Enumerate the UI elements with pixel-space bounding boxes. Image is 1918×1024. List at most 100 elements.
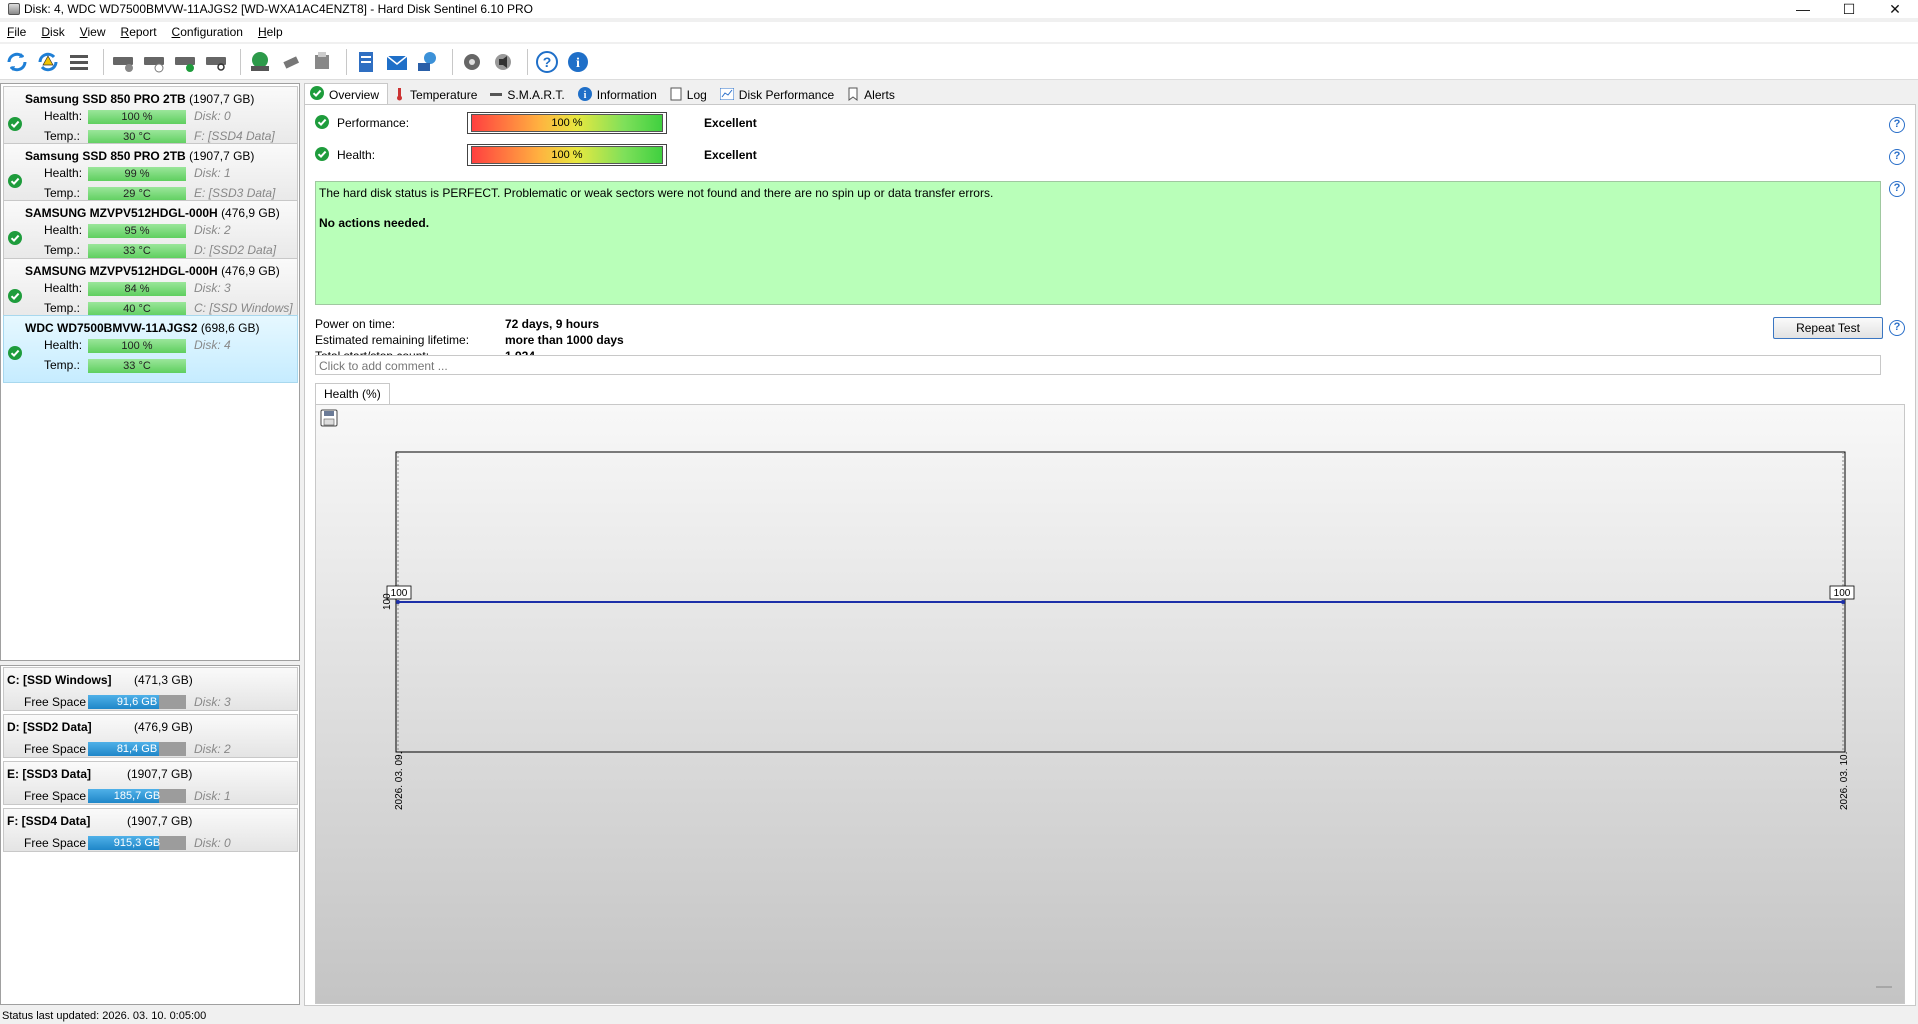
health-bar: 100 % [88, 338, 186, 353]
settings-icon[interactable] [459, 49, 485, 75]
menu-item-report[interactable]: Report [114, 25, 165, 39]
tab-disk-performance[interactable]: Disk Performance [715, 85, 842, 105]
info-icon[interactable]: i [565, 49, 591, 75]
refresh-icon[interactable] [4, 49, 30, 75]
lifetime-label: Estimated remaining lifetime: [315, 333, 470, 347]
free-space-bar: 91,6 GB [88, 695, 186, 709]
usb-icon[interactable] [278, 49, 304, 75]
status-bar: Status last updated: 2026. 03. 10. 0:05:… [2, 1010, 207, 1022]
status-ok-icon [8, 345, 22, 363]
tab-health-chart[interactable]: Health (%) [315, 383, 390, 405]
disk-test-icon[interactable] [110, 49, 136, 75]
tab-alerts[interactable]: Alerts [842, 85, 903, 105]
free-space-value: 185,7 GB [113, 790, 161, 802]
disk-list-icon[interactable] [66, 49, 92, 75]
disk-list-panel: Samsung SSD 850 PRO 2TB (1907,7 GB) Healt… [0, 83, 300, 661]
repeat-help-icon[interactable]: ? [1889, 320, 1905, 336]
menu-item-view[interactable]: View [73, 25, 114, 39]
health-row: Health: 100 % Excellent [315, 144, 757, 166]
menu-item-disk[interactable]: Disk [34, 25, 72, 39]
comment-input[interactable]: Click to add comment ... [315, 355, 1881, 375]
tab-s-m-a-r-t[interactable]: S.M.A.R.T. [485, 85, 572, 105]
performance-icon [719, 87, 735, 103]
tab-label: Disk Performance [738, 88, 835, 102]
toolbar-separator [240, 48, 241, 75]
menu-item-file[interactable]: File [0, 25, 34, 39]
check-icon [315, 114, 329, 132]
lifetime-value: more than 1000 days [505, 333, 624, 347]
health-label: Health: [337, 148, 376, 162]
maximize-button[interactable]: ☐ [1826, 0, 1872, 18]
disk-check-icon[interactable] [172, 49, 198, 75]
performance-value: 100 % [471, 114, 663, 132]
disk-volume: E: [SSD3 Data] [194, 186, 276, 201]
disk-index: Disk: 0 [194, 109, 231, 123]
free-space-value: 91,6 GB [116, 696, 158, 708]
minimize-button[interactable]: — [1780, 0, 1826, 18]
tab-label: Information [596, 88, 657, 102]
help-icon[interactable]: ? [534, 49, 560, 75]
status-action: No actions needed. [319, 216, 430, 230]
menu-label: eport [129, 25, 157, 39]
menu-item-help[interactable]: Help [251, 25, 291, 39]
temp-bar: 40 °C [88, 301, 186, 316]
disk-name: SAMSUNG MZVPV512HDGL-000H (476,9 GB) [25, 264, 280, 278]
menu-label: iew [87, 25, 106, 39]
status-help-icon[interactable]: ? [1889, 181, 1905, 197]
performance-row: Performance: 100 % Excellent [315, 112, 757, 134]
network-icon[interactable] [415, 49, 441, 75]
disk-search-icon[interactable] [203, 49, 229, 75]
volume-disk: Disk: 2 [194, 742, 231, 756]
free-space-bar: 81,4 GB [88, 742, 186, 756]
performance-help-icon[interactable]: ? [1889, 117, 1905, 133]
data-label: 100 [391, 588, 408, 599]
data-point [396, 600, 400, 604]
sound-icon[interactable] [490, 49, 516, 75]
volume-item[interactable]: C: [SSD Windows] (471,3 GB) Free Space 91,6… [3, 667, 298, 711]
tab-log[interactable]: Log [665, 85, 715, 105]
disk-index: Disk: 2 [194, 223, 231, 238]
disk-size: (698,6 GB) [200, 320, 260, 335]
volume-item[interactable]: E: [SSD3 Data] (1907,7 GB) Free Space 185,7… [3, 761, 298, 805]
temp-label: Temp.: [44, 243, 81, 258]
tab-label: Log [686, 88, 707, 102]
info-icon: i [577, 86, 592, 104]
volume-size: (476,9 GB) [134, 720, 193, 734]
disk-index: Disk: 1 [194, 166, 231, 181]
free-space-label: Free Space [24, 789, 87, 803]
toolbar-separator [527, 48, 528, 75]
health-help-icon[interactable]: ? [1889, 149, 1905, 165]
disk-volume: D: [SSD2 Data] [194, 243, 277, 258]
smart-icon [490, 87, 503, 104]
tab-temperature[interactable]: Temperature [388, 85, 485, 105]
email-icon[interactable] [384, 49, 410, 75]
disk-volume: C: [SSD Windows] [194, 300, 293, 315]
printer-disk-icon[interactable] [309, 49, 335, 75]
tab-overview[interactable]: Overview [304, 83, 389, 105]
disk-item[interactable]: WDC WD7500BMVW-11AJGS2 (698,6 GB) Health:… [3, 314, 298, 383]
volume-item[interactable]: D: [SSD2 Data] (476,9 GB) Free Space 81,4 G… [3, 714, 298, 758]
data-point [1841, 600, 1845, 604]
report-icon[interactable] [353, 49, 379, 75]
volume-disk: Disk: 0 [194, 836, 231, 850]
close-button[interactable]: ✕ [1872, 0, 1918, 18]
tab-information[interactable]: i Information [573, 85, 665, 105]
menu-label: elp [266, 25, 283, 39]
refresh-warning-icon[interactable] [35, 49, 61, 75]
menu-accelerator: V [79, 25, 88, 39]
health-chart: 100 2026. 03. 09. 100 2026. 03. 10. 100 [382, 451, 1892, 988]
free-space-label: Free Space [24, 836, 87, 850]
menu-accelerator: R [120, 25, 130, 39]
disk-schedule-icon[interactable] [141, 49, 167, 75]
repeat-test-button[interactable]: Repeat Test [1773, 317, 1883, 339]
status-ok-icon [8, 174, 22, 191]
menu-item-configuration[interactable]: Configuration [165, 25, 251, 39]
volume-name: F: [SSD4 Data] [7, 814, 91, 828]
disk-model: SAMSUNG MZVPV512HDGL-000H [25, 206, 218, 221]
svg-text:?: ? [543, 54, 552, 70]
volume-item[interactable]: F: [SSD4 Data] (1907,7 GB) Free Space 915,3… [3, 808, 298, 852]
health-bar: 84 % [88, 281, 186, 296]
health-bar: 95 % [88, 224, 186, 239]
globe-disk-icon[interactable] [247, 49, 273, 75]
status-ok-icon [8, 117, 22, 134]
